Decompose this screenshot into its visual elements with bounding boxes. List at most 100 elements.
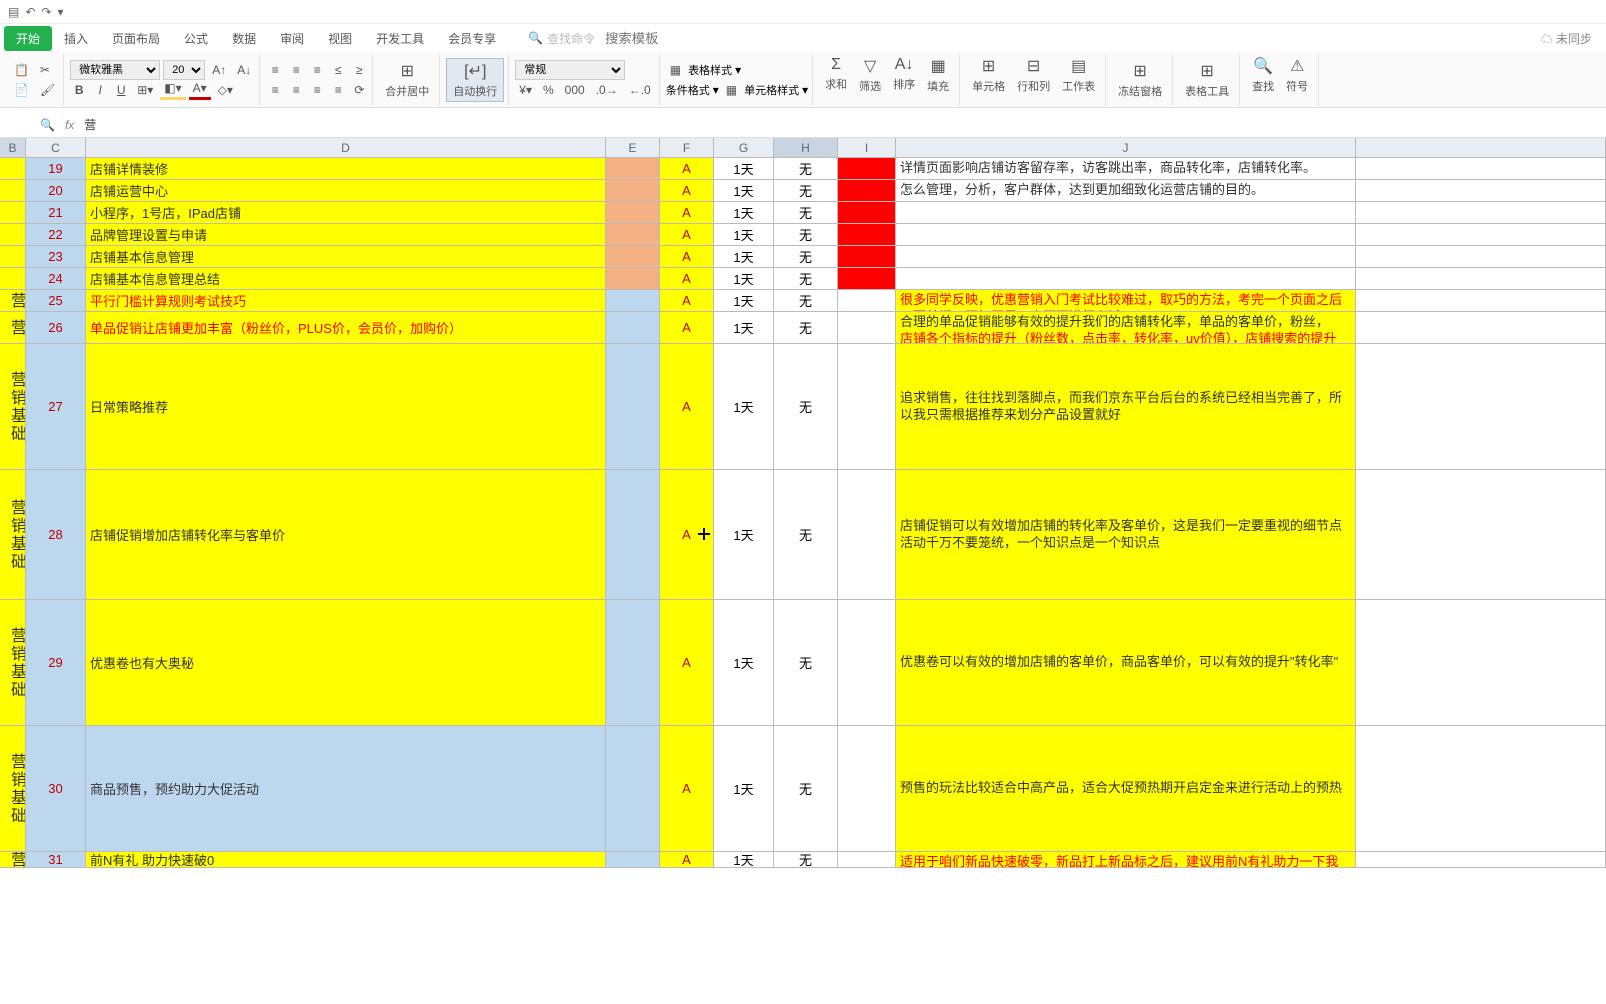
cell-e[interactable]	[606, 852, 660, 867]
cell-flag[interactable]	[838, 180, 896, 201]
align-bottom-icon[interactable]: ≡	[308, 60, 326, 80]
align-top-icon[interactable]: ≡	[266, 60, 284, 80]
rowcol-button[interactable]: ⊟行和列	[1011, 54, 1056, 105]
comma-icon[interactable]: 000	[561, 80, 589, 100]
align-middle-icon[interactable]: ≡	[287, 60, 305, 80]
cell-flag[interactable]	[838, 224, 896, 245]
fill-button[interactable]: ▦填充	[921, 54, 955, 105]
cell-flag[interactable]	[838, 726, 896, 851]
cell-category[interactable]: 营	[0, 852, 26, 867]
cell-status[interactable]: 无	[774, 726, 838, 851]
cell-duration[interactable]: 1天	[714, 246, 774, 267]
underline-button[interactable]: U	[112, 80, 130, 100]
find-button[interactable]: 🔍查找	[1246, 54, 1280, 105]
cell-e[interactable]	[606, 180, 660, 201]
cell-category[interactable]: 营销基础	[0, 470, 26, 599]
col-header-D[interactable]: D	[86, 138, 606, 157]
col-header-K[interactable]	[1356, 138, 1606, 157]
cell-description[interactable]: 很多同学反映，优惠营销入门考试比较难过，取巧的方法，考完一个页面之后不要关闭，再…	[896, 290, 1356, 311]
cut-icon[interactable]: ✂	[36, 60, 54, 80]
cell-e[interactable]	[606, 268, 660, 289]
sum-button[interactable]: Σ求和	[819, 54, 853, 105]
cell-description[interactable]: 详情页面影响店铺访客留存率，访客跳出率，商品转化率，店铺转化率。	[896, 158, 1356, 179]
cell-empty[interactable]	[1356, 268, 1606, 289]
percent-icon[interactable]: %	[539, 80, 558, 100]
cell-duration[interactable]: 1天	[714, 224, 774, 245]
cell-grade[interactable]: A	[660, 246, 714, 267]
formula-value[interactable]: 营	[84, 116, 96, 133]
cell-e[interactable]	[606, 246, 660, 267]
cell-empty[interactable]	[1356, 344, 1606, 469]
cell-flag[interactable]	[838, 470, 896, 599]
fx-label[interactable]: fx	[65, 118, 74, 132]
cell-flag[interactable]	[838, 344, 896, 469]
cell-e[interactable]	[606, 312, 660, 343]
font-color-button[interactable]: A▾	[189, 80, 211, 100]
cell-e[interactable]	[606, 224, 660, 245]
cell-number[interactable]: 30	[26, 726, 86, 851]
cell-description[interactable]	[896, 268, 1356, 289]
align-center-icon[interactable]: ≡	[287, 80, 305, 100]
search-template-input[interactable]	[605, 31, 685, 46]
cell-category[interactable]: 营销基础	[0, 600, 26, 725]
cell-empty[interactable]	[1356, 312, 1606, 343]
cell-number[interactable]: 19	[26, 158, 86, 179]
cell-empty[interactable]	[1356, 180, 1606, 201]
cell-grade[interactable]: A	[660, 726, 714, 851]
cell-duration[interactable]: 1天	[714, 600, 774, 725]
italic-button[interactable]: I	[91, 80, 109, 100]
cell-number[interactable]: 24	[26, 268, 86, 289]
cell-description[interactable]: 合理的单品促销能够有效的提升我们的店铺转化率，单品的客单价，粉丝，店铺各个指标的…	[896, 312, 1356, 343]
cell-description[interactable]	[896, 224, 1356, 245]
currency-icon[interactable]: ¥▾	[515, 80, 536, 100]
cell-flag[interactable]	[838, 202, 896, 223]
cell-e[interactable]	[606, 158, 660, 179]
cell-empty[interactable]	[1356, 224, 1606, 245]
cell-duration[interactable]: 1天	[714, 268, 774, 289]
auto-wrap-button[interactable]: [↵]自动换行	[446, 58, 504, 102]
cell-grade[interactable]: A	[660, 180, 714, 201]
cell-title[interactable]: 前N有礼 助力快速破0	[86, 852, 606, 867]
menu-tab-5[interactable]: 审阅	[268, 26, 316, 51]
merge-center-button[interactable]: ⊞合并居中	[379, 59, 435, 101]
cell-e[interactable]	[606, 726, 660, 851]
col-header-B[interactable]: B	[0, 138, 26, 157]
cell-category[interactable]	[0, 224, 26, 245]
menu-tab-8[interactable]: 会员专享	[436, 26, 508, 51]
cell-status[interactable]: 无	[774, 344, 838, 469]
cell-grade[interactable]: A	[660, 600, 714, 725]
menu-tab-6[interactable]: 视图	[316, 26, 364, 51]
cell-status[interactable]: 无	[774, 246, 838, 267]
cell-status[interactable]: 无	[774, 290, 838, 311]
format-painter-icon[interactable]: 🖌	[36, 80, 59, 100]
cell-title[interactable]: 单品促销让店铺更加丰富（粉丝价，PLUS价，会员价，加购价）	[86, 312, 606, 343]
menu-tab-7[interactable]: 开发工具	[364, 26, 436, 51]
cell-title[interactable]: 店铺详情装修	[86, 158, 606, 179]
sort-button[interactable]: A↓排序	[887, 54, 921, 105]
cell-category[interactable]	[0, 246, 26, 267]
cell-flag[interactable]	[838, 852, 896, 867]
cell-description[interactable]: 怎么管理，分析，客户群体，达到更加细致化运营店铺的目的。	[896, 180, 1356, 201]
decrease-decimal-icon[interactable]: ←.0	[625, 80, 655, 100]
cell-flag[interactable]	[838, 246, 896, 267]
cell-number[interactable]: 25	[26, 290, 86, 311]
col-header-C[interactable]: C	[26, 138, 86, 157]
menu-tab-2[interactable]: 页面布局	[100, 26, 172, 51]
cell-description[interactable]: 预售的玩法比较适合中高产品，适合大促预热期开启定金来进行活动上的预热	[896, 726, 1356, 851]
cell-empty[interactable]	[1356, 852, 1606, 867]
cell-empty[interactable]	[1356, 202, 1606, 223]
increase-font-icon[interactable]: A↑	[208, 60, 230, 80]
cell-status[interactable]: 无	[774, 470, 838, 599]
cell-grade[interactable]: A	[660, 202, 714, 223]
redo-icon[interactable]: ↷	[41, 5, 51, 19]
cell-e[interactable]	[606, 202, 660, 223]
number-format-select[interactable]: 常规	[515, 60, 625, 80]
copy-icon[interactable]: 📄	[10, 80, 33, 100]
cell-empty[interactable]	[1356, 158, 1606, 179]
cell-grade[interactable]: A	[660, 290, 714, 311]
cell-duration[interactable]: 1天	[714, 312, 774, 343]
cell-grade[interactable]: A	[660, 158, 714, 179]
cell-category[interactable]	[0, 158, 26, 179]
cell-title[interactable]: 日常策略推荐	[86, 344, 606, 469]
border-button[interactable]: ⊞▾	[133, 80, 157, 100]
